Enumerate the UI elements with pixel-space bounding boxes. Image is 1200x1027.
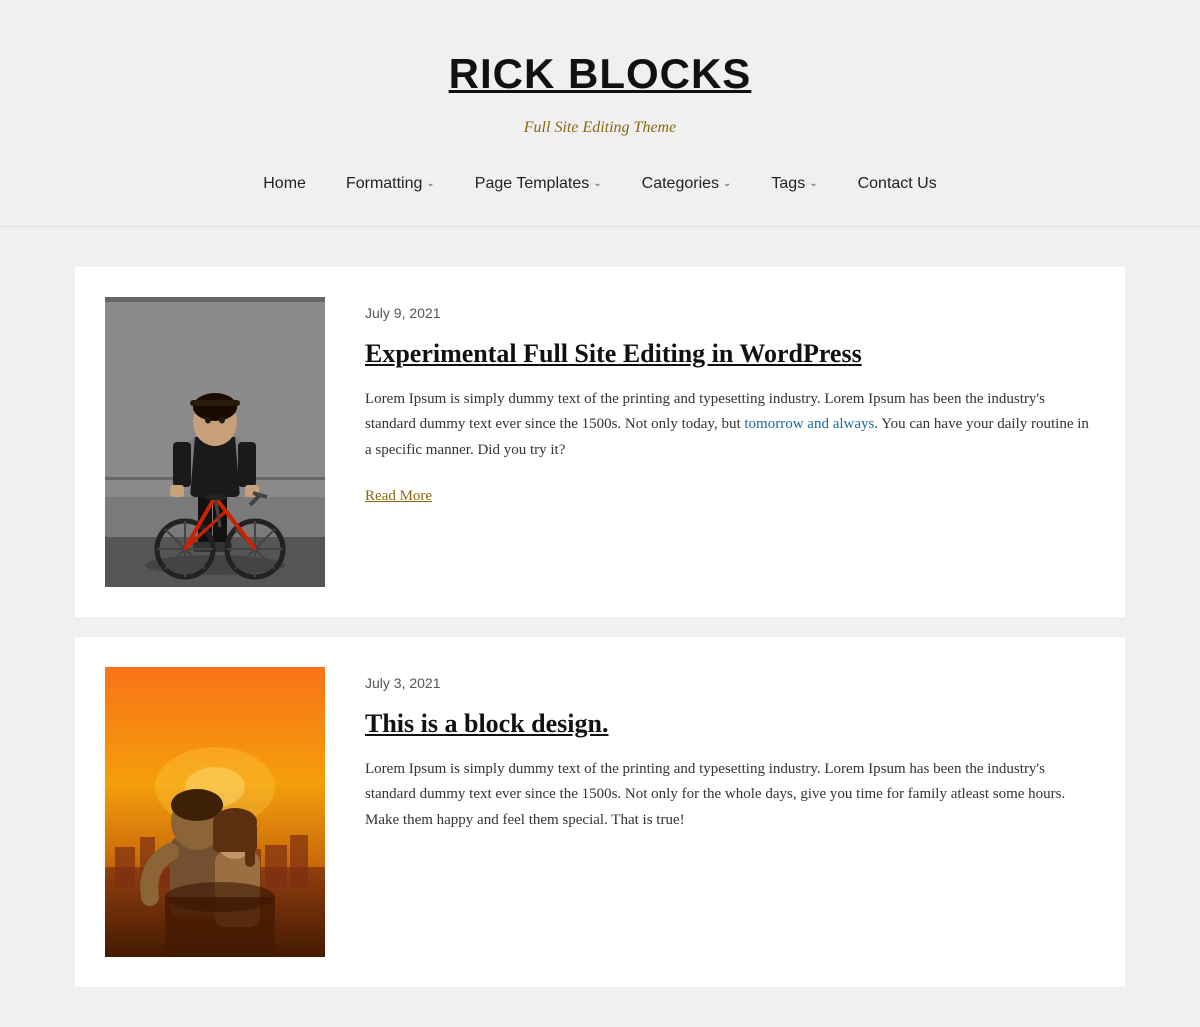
post-card-2: July 3, 2021 This is a block design. Lor…	[75, 637, 1125, 987]
nav-item-categories[interactable]: Categories ⌄	[642, 171, 732, 197]
main-content: July 9, 2021 Experimental Full Site Edit…	[55, 227, 1145, 1027]
chevron-down-icon: ⌄	[593, 176, 601, 192]
nav-item-contact-us[interactable]: Contact Us	[858, 171, 937, 197]
post-date-1: July 9, 2021	[365, 302, 1095, 324]
chevron-down-icon: ⌄	[809, 176, 817, 192]
nav-label-categories: Categories	[642, 171, 719, 197]
site-tagline: Full Site Editing Theme	[20, 115, 1180, 141]
post-image-2	[105, 667, 325, 957]
post-title-2[interactable]: This is a block design.	[365, 707, 1095, 741]
nav-label-formatting: Formatting	[346, 171, 422, 197]
post-content-1: July 9, 2021 Experimental Full Site Edit…	[365, 297, 1095, 508]
nav-list: Home Formatting ⌄ Page Templates ⌄ Categ…	[263, 171, 936, 197]
post-image-svg-2	[105, 667, 325, 957]
post-image-svg-1	[105, 297, 325, 587]
chevron-down-icon: ⌄	[426, 176, 434, 192]
post-title-1[interactable]: Experimental Full Site Editing in WordPr…	[365, 337, 1095, 371]
post-date-2: July 3, 2021	[365, 672, 1095, 694]
nav-label-home: Home	[263, 171, 306, 197]
post-image-1	[105, 297, 325, 587]
post-excerpt-2: Lorem Ipsum is simply dummy text of the …	[365, 757, 1095, 834]
nav-label-tags: Tags	[771, 171, 805, 197]
nav-item-formatting[interactable]: Formatting ⌄	[346, 171, 435, 197]
nav-item-tags[interactable]: Tags ⌄	[771, 171, 817, 197]
nav-item-home[interactable]: Home	[263, 171, 306, 197]
read-more-link-1[interactable]: Read More	[365, 484, 432, 508]
site-title: RICK BLOCKS	[20, 40, 1180, 107]
post-content-2: July 3, 2021 This is a block design. Lor…	[365, 667, 1095, 853]
site-wrapper: RICK BLOCKS Full Site Editing Theme Home…	[0, 0, 1200, 1027]
site-nav: Home Formatting ⌄ Page Templates ⌄ Categ…	[0, 141, 1200, 228]
nav-item-page-templates[interactable]: Page Templates ⌄	[475, 171, 602, 197]
post-card-1: July 9, 2021 Experimental Full Site Edit…	[75, 267, 1125, 617]
site-header: RICK BLOCKS Full Site Editing Theme	[0, 0, 1200, 141]
post-excerpt-1: Lorem Ipsum is simply dummy text of the …	[365, 387, 1095, 464]
nav-label-contact-us: Contact Us	[858, 171, 937, 197]
nav-label-page-templates: Page Templates	[475, 171, 589, 197]
chevron-down-icon: ⌄	[723, 176, 731, 192]
